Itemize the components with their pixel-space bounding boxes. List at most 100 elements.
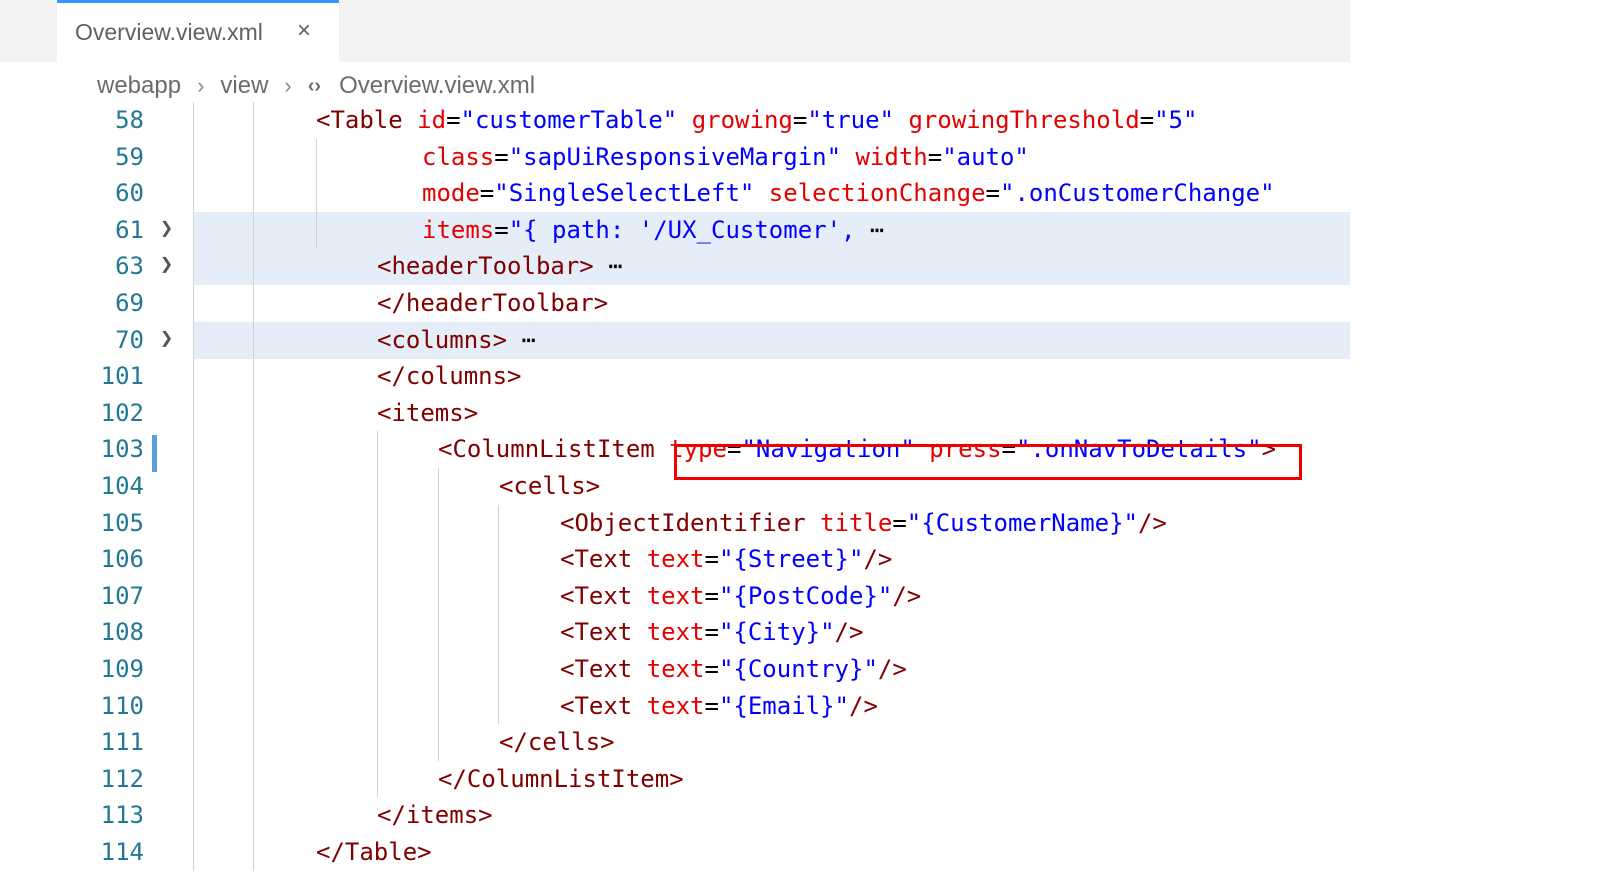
code-token: =	[927, 142, 943, 171]
code-token: "customerTable"	[460, 106, 692, 134]
breadcrumb-item-webapp[interactable]: webapp	[97, 72, 181, 100]
code-text: <columns> ⋯	[377, 326, 536, 354]
code-token: <headerToolbar>	[377, 252, 594, 281]
code-text: <Text text="{Street}"/>	[560, 545, 892, 573]
code-line[interactable]: 108 <Text text="{City}"/>	[0, 614, 1350, 651]
code-token: <Text	[560, 655, 647, 683]
code-token: id	[417, 106, 447, 134]
code-token: </ColumnListItem>	[438, 764, 684, 793]
code-line[interactable]: 114 </Table>	[0, 834, 1350, 871]
code-text: <ObjectIdentifier title="{CustomerName}"…	[560, 509, 1167, 537]
line-number: 58	[115, 106, 144, 134]
code-token: items	[422, 215, 495, 244]
code-token: <items>	[377, 398, 479, 427]
line-number: 108	[100, 618, 144, 647]
code-token: />	[892, 581, 922, 610]
code-line[interactable]: 107 <Text text="{PostCode}"/>	[0, 578, 1350, 615]
code-token: </Table>	[316, 838, 432, 866]
code-token: class	[422, 142, 495, 171]
code-line[interactable]: 109 <Text text="{Country}"/>	[0, 651, 1350, 688]
code-line[interactable]: 102 <items>	[0, 395, 1350, 432]
code-line[interactable]: 106 <Text text="{Street}"/>	[0, 541, 1350, 578]
code-token: "SingleSelectLeft"	[494, 179, 769, 208]
chevron-right-icon[interactable]: ❯	[160, 216, 173, 241]
code-text: <Table id="customerTable" growing="true"…	[316, 106, 1197, 134]
code-line[interactable]: 111 </cells>	[0, 724, 1350, 761]
code-line[interactable]: 70 ❯ <columns> ⋯	[0, 321, 1350, 359]
breadcrumb-item-file[interactable]: Overview.view.xml	[339, 72, 535, 100]
code-text: </Table>	[316, 838, 432, 866]
code-line[interactable]: 113 </items>	[0, 797, 1350, 834]
indent-guide	[253, 102, 254, 871]
code-text: </cells>	[499, 728, 615, 756]
code-line[interactable]: 61 ❯ items="{ path: '/UX_Customer', ⋯	[0, 211, 1350, 249]
breadcrumb-item-view[interactable]: view	[220, 72, 268, 100]
code-line[interactable]: 69 </headerToolbar>	[0, 285, 1350, 322]
code-text: </ColumnListItem>	[438, 765, 684, 793]
line-number: 59	[115, 142, 144, 171]
line-number: 114	[100, 838, 144, 866]
code-line[interactable]: 60 mode="SingleSelectLeft" selectionChang…	[0, 175, 1350, 212]
code-line[interactable]: 59 class="sapUiResponsiveMargin" width="a…	[0, 139, 1350, 176]
close-icon[interactable]: ×	[297, 17, 311, 45]
code-token: />	[834, 618, 864, 647]
indent-guide	[193, 102, 194, 871]
code-token: mode	[422, 179, 480, 208]
code-token: =	[704, 618, 719, 647]
code-text: <headerToolbar> ⋯	[377, 252, 623, 280]
code-token: =	[792, 106, 808, 134]
code-token: "{City}"	[718, 618, 835, 647]
code-token: />	[1137, 508, 1167, 537]
code-text: <Text text="{Email}"/>	[560, 692, 878, 720]
code-token: </columns>	[377, 362, 522, 391]
code-token: "{Street}"	[718, 545, 864, 574]
code-line[interactable]: 110 <Text text="{Email}"/>	[0, 688, 1350, 725]
code-token: text	[646, 618, 705, 647]
code-token: <ColumnListItem	[438, 435, 670, 464]
code-token: selectionChange	[768, 179, 986, 208]
code-text: class="sapUiResponsiveMargin" width="aut…	[422, 143, 1029, 171]
code-line[interactable]: 63 ❯ <headerToolbar> ⋯	[0, 248, 1350, 286]
indent-guide	[316, 138, 317, 249]
code-text: <items>	[377, 399, 478, 427]
code-line[interactable]: 112 </ColumnListItem>	[0, 761, 1350, 798]
code-token: <Text	[560, 618, 647, 647]
code-line[interactable]: 105 <ObjectIdentifier title="{CustomerNam…	[0, 505, 1350, 542]
breadcrumb: webapp › view › ‹› Overview.view.xml	[97, 68, 535, 104]
code-token: </headerToolbar>	[377, 289, 609, 317]
code-token: =	[479, 179, 495, 208]
code-token: =	[985, 179, 1000, 208]
code-line[interactable]: 101 </columns>	[0, 358, 1350, 395]
code-token: />	[849, 691, 878, 720]
line-number: 113	[100, 801, 144, 830]
code-text: </items>	[377, 801, 493, 829]
code-token: text	[646, 691, 705, 720]
line-number: 103	[100, 435, 144, 464]
code-token: =	[704, 581, 719, 610]
code-token: =	[704, 545, 719, 574]
code-token: <Text	[560, 545, 647, 574]
line-number: 69	[115, 289, 144, 317]
code-token: "5"	[1154, 106, 1198, 134]
code-text: <Text text="{City}"/>	[560, 618, 863, 646]
code-token: <Text	[560, 691, 647, 720]
line-number: 104	[100, 472, 144, 500]
modified-line-indicator	[152, 435, 157, 472]
code-token: "{PostCode}"	[718, 581, 893, 610]
code-token: =	[494, 215, 509, 244]
tab-bar: Overview.view.xml ×	[0, 0, 1350, 62]
code-token: =	[704, 655, 719, 683]
highlight-box	[674, 444, 1302, 480]
line-number: 107	[100, 581, 144, 610]
line-number: 110	[100, 691, 144, 720]
chevron-right-icon[interactable]: ❯	[160, 326, 173, 351]
code-token: <Table	[316, 106, 418, 134]
code-line[interactable]: 58 <Table id="customerTable" growing="tru…	[0, 102, 1350, 139]
chevron-right-icon[interactable]: ❯	[160, 252, 173, 277]
code-token: "auto"	[942, 142, 1029, 171]
tab-overview-view-xml[interactable]: Overview.view.xml ×	[57, 0, 339, 62]
indent-guide	[498, 504, 499, 725]
code-token: text	[646, 545, 705, 574]
code-token: </items>	[377, 801, 493, 830]
code-token: =	[892, 508, 907, 537]
